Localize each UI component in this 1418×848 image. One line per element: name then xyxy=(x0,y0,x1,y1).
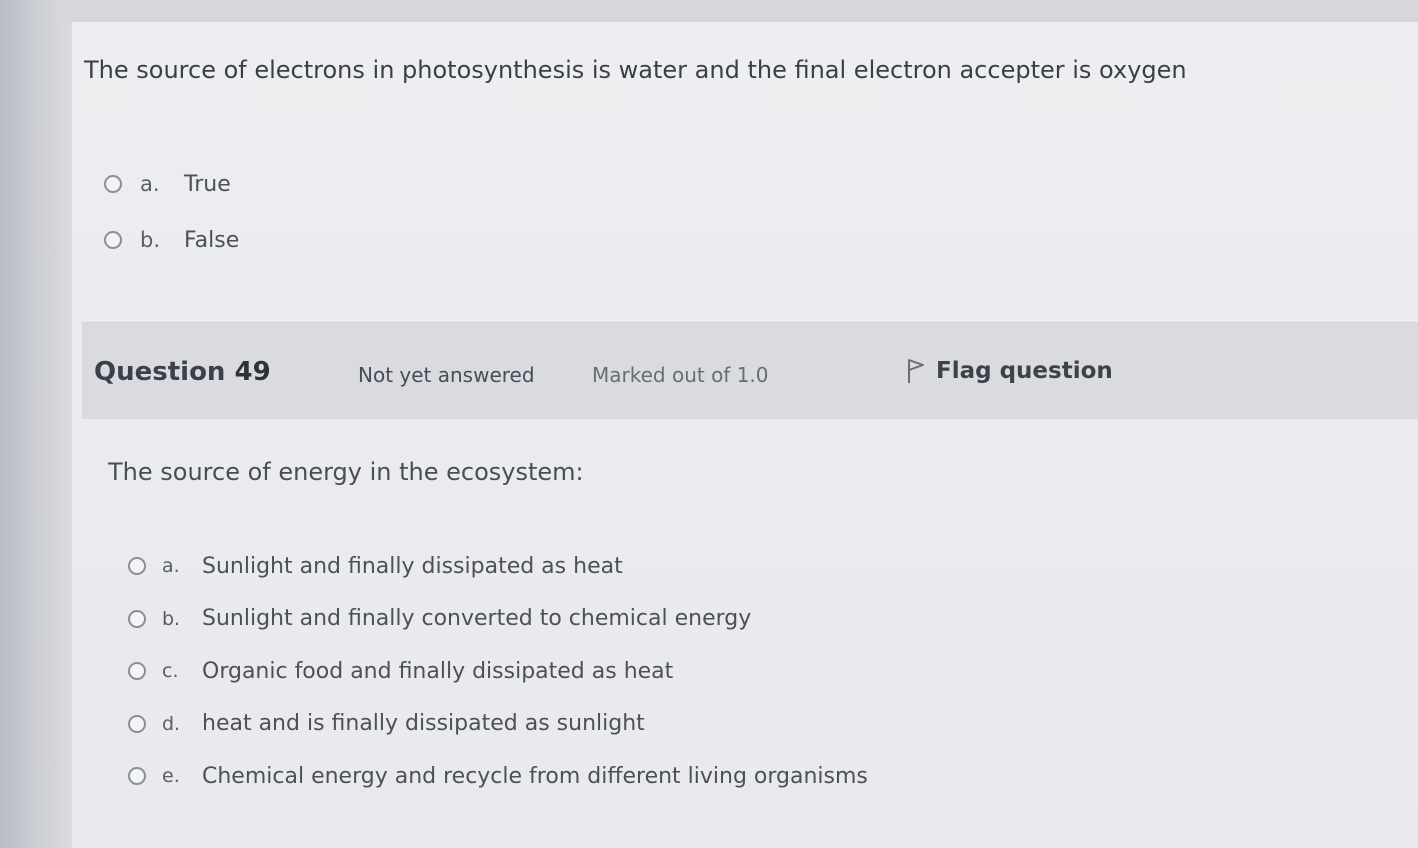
answer-options: a. Sunlight and finally dissipated as he… xyxy=(128,540,868,803)
question-marks: Marked out of 1.0 xyxy=(592,363,769,387)
question-number-value: 49 xyxy=(234,357,271,387)
question-text: The source of electrons in photosynthesi… xyxy=(84,56,1187,84)
option-letter: e. xyxy=(162,765,180,788)
answer-status: Not yet answered xyxy=(358,363,535,387)
answer-option-b[interactable]: b. False xyxy=(104,212,239,268)
option-letter: d. xyxy=(162,712,181,735)
option-letter: b. xyxy=(162,607,181,630)
option-letter: a. xyxy=(162,555,180,578)
flag-icon[interactable] xyxy=(906,357,926,385)
option-label[interactable]: True xyxy=(184,172,231,197)
question-text: The source of energy in the ecosystem: xyxy=(108,458,584,486)
radio-unchecked-icon[interactable] xyxy=(128,609,146,628)
option-label[interactable]: heat and is finally dissipated as sunlig… xyxy=(202,711,645,736)
option-label[interactable]: Sunlight and finally converted to chemic… xyxy=(202,606,751,631)
option-letter: b. xyxy=(140,228,161,252)
radio-unchecked-icon[interactable] xyxy=(128,557,146,576)
option-label[interactable]: Organic food and finally dissipated as h… xyxy=(202,659,673,684)
radio-unchecked-icon[interactable] xyxy=(128,714,146,733)
answer-options: a. True b. False xyxy=(104,156,239,268)
radio-unchecked-icon[interactable] xyxy=(104,175,122,193)
option-label[interactable]: Sunlight and finally dissipated as heat xyxy=(202,554,623,579)
answer-option-a[interactable]: a. Sunlight and finally dissipated as he… xyxy=(128,540,868,593)
answer-option-c[interactable]: c. Organic food and finally dissipated a… xyxy=(128,645,868,698)
radio-unchecked-icon[interactable] xyxy=(104,231,122,249)
question-number: Question 49 xyxy=(94,357,271,387)
question-info-bar: Question 49 Not yet answered Marked out … xyxy=(82,322,1418,419)
answer-option-a[interactable]: a. True xyxy=(104,156,239,212)
left-border xyxy=(0,0,72,848)
flag-question-link[interactable]: Flag question xyxy=(906,357,1113,385)
flag-question-label[interactable]: Flag question xyxy=(936,358,1113,384)
answer-option-b[interactable]: b. Sunlight and finally converted to che… xyxy=(128,593,868,646)
option-label[interactable]: Chemical energy and recycle from differe… xyxy=(202,764,868,789)
option-letter: a. xyxy=(140,172,160,196)
answer-option-d[interactable]: d. heat and is finally dissipated as sun… xyxy=(128,698,868,751)
answer-option-e[interactable]: e. Chemical energy and recycle from diff… xyxy=(128,750,868,803)
top-border xyxy=(60,0,1418,22)
radio-unchecked-icon[interactable] xyxy=(128,662,146,681)
option-label[interactable]: False xyxy=(184,228,239,253)
radio-unchecked-icon[interactable] xyxy=(128,767,146,786)
option-letter: c. xyxy=(162,660,179,683)
question-label: Question xyxy=(94,357,226,387)
